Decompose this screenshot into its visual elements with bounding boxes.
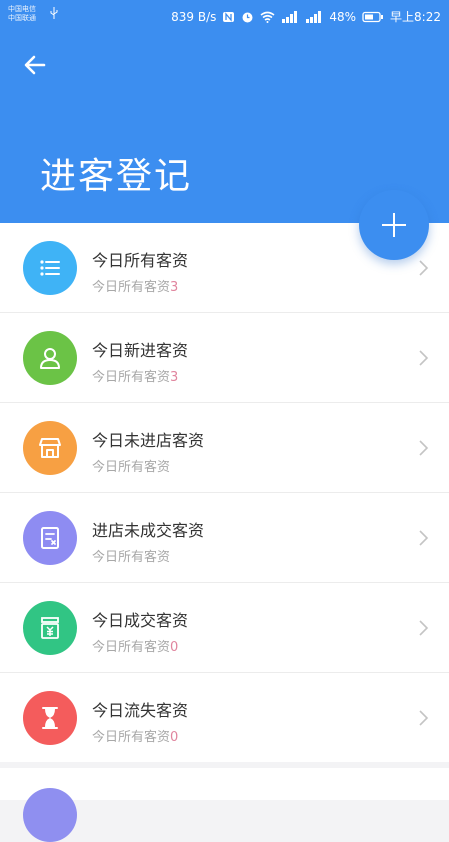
next-list-section <box>0 768 449 842</box>
list-item-deal-today[interactable]: 今日成交客资 今日所有客资0 <box>0 583 449 673</box>
carrier-line2: 中国联通 <box>8 14 36 22</box>
item-count: 0 <box>170 730 179 745</box>
item-icon-5 <box>23 691 77 745</box>
document-icon <box>41 527 59 549</box>
item-sub-label: 今日所有客资 <box>92 370 171 385</box>
partial-item-icon <box>23 788 77 842</box>
list-item-new-today[interactable]: 今日新进客资 今日所有客资3 <box>0 313 449 403</box>
nfc-icon <box>223 11 235 22</box>
list-item-lost-today[interactable]: 今日流失客资 今日所有客资0 <box>0 673 449 762</box>
chevron-right-icon <box>419 620 429 636</box>
clock: 早上8:22 <box>390 10 441 24</box>
status-right: 839 B/s 48% 早上8:22 <box>171 8 441 25</box>
list-item-not-visited[interactable]: 今日未进店客资 今日所有客资 <box>0 403 449 493</box>
item-count: 3 <box>170 280 179 295</box>
net-speed: 839 B/s <box>171 9 217 24</box>
battery-percent: 48% <box>329 9 357 24</box>
carrier-line1: 中国电信 <box>8 5 36 13</box>
item-icon-2 <box>23 421 77 475</box>
item-title: 今日所有客资 <box>92 251 189 270</box>
item-title: 今日成交客资 <box>92 611 189 630</box>
item-title: 今日未进店客资 <box>92 431 205 450</box>
back-button[interactable] <box>18 50 52 80</box>
item-icon-0 <box>23 241 77 295</box>
item-count: 3 <box>170 370 179 385</box>
item-subtitle: 今日所有客资3 <box>92 276 178 295</box>
add-button[interactable] <box>359 190 429 260</box>
wifi-icon <box>260 11 275 23</box>
item-subtitle: 今日所有客资3 <box>92 366 178 385</box>
item-title: 今日新进客资 <box>92 341 189 360</box>
item-title: 今日流失客资 <box>92 701 189 720</box>
item-subtitle: 今日所有客资 <box>92 546 170 565</box>
person-icon <box>40 348 60 369</box>
alarm-icon <box>242 12 253 22</box>
back-arrow-icon <box>24 55 46 75</box>
signal-icon-1 <box>282 10 298 23</box>
item-icon-4 <box>23 601 77 655</box>
item-icon-1 <box>23 331 77 385</box>
usb-icon <box>50 7 58 19</box>
category-list: 今日所有客资 今日所有客资3 今日新进客资 今日所有客资3 今日未进店客资 今日… <box>0 223 449 762</box>
list-item-visited-no-deal[interactable]: 进店未成交客资 今日所有客资 <box>0 493 449 583</box>
item-subtitle: 今日所有客资0 <box>92 726 178 745</box>
item-sub-label: 今日所有客资 <box>92 460 171 475</box>
list-icon <box>40 260 60 276</box>
item-title: 进店未成交客资 <box>92 521 205 540</box>
plus-icon <box>382 213 406 237</box>
item-sub-label: 今日所有客资 <box>92 640 171 655</box>
item-sub-label: 今日所有客资 <box>92 730 171 745</box>
store-icon <box>39 438 61 458</box>
page-title: 进客登记 <box>40 156 193 197</box>
chevron-right-icon <box>419 530 429 546</box>
money-icon <box>41 617 59 639</box>
signal-icon-2 <box>306 10 322 23</box>
item-count: 0 <box>170 640 179 655</box>
chevron-right-icon <box>419 350 429 366</box>
chevron-right-icon <box>419 440 429 456</box>
item-subtitle: 今日所有客资 <box>92 456 170 475</box>
item-icon-3 <box>23 511 77 565</box>
item-sub-label: 今日所有客资 <box>92 550 171 565</box>
battery-icon <box>362 11 384 22</box>
hourglass-icon <box>42 707 58 729</box>
carrier-info: 中国电信 中国联通 <box>8 5 36 23</box>
chevron-right-icon <box>419 710 429 726</box>
status-bar: 中国电信 中国联通 839 B/s 48% 早上8:22 <box>0 0 449 32</box>
item-subtitle: 今日所有客资0 <box>92 636 178 655</box>
item-sub-label: 今日所有客资 <box>92 280 171 295</box>
chevron-right-icon <box>419 260 429 276</box>
